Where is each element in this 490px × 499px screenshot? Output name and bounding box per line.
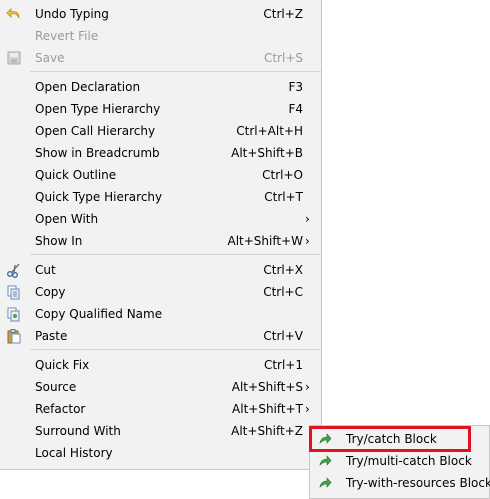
menu-item-quick-type-hierarchy[interactable]: Quick Type Hierarchy Ctrl+T: [0, 186, 321, 208]
menu-item-shortcut: F3: [288, 80, 303, 94]
submenu-item-label: Try-with-resources Block: [346, 476, 490, 490]
menu-item-label: Undo Typing: [35, 7, 109, 21]
submenu-arrow-icon: ›: [305, 402, 310, 416]
menu-item-paste[interactable]: Paste Ctrl+V: [0, 325, 321, 347]
menu-item-cut[interactable]: Cut Ctrl+X: [0, 259, 321, 281]
menu-item-label: Open Declaration: [35, 80, 141, 94]
menu-item-shortcut: Ctrl+Alt+H: [236, 124, 303, 138]
menu-separator: [30, 71, 321, 72]
menu-item-label: Quick Outline: [35, 168, 117, 182]
menu-item-label: Source: [35, 380, 77, 394]
submenu-arrow-icon: ›: [305, 380, 310, 394]
menu-item-label: Refactor: [35, 402, 86, 416]
menu-item-label: Surround With: [35, 424, 121, 438]
menu-item-label: Paste: [35, 329, 68, 343]
menu-item-surround-with[interactable]: Surround With Alt+Shift+Z: [0, 420, 321, 442]
scissors-icon: [6, 262, 22, 278]
menu-separator: [30, 349, 321, 350]
menu-item-label: Open With: [35, 212, 99, 226]
menu-item-shortcut: Alt+Shift+S: [231, 380, 303, 394]
menu-item-label: Copy Qualified Name: [35, 307, 163, 321]
context-menu: Undo Typing Ctrl+Z Revert File Save Ctrl…: [0, 0, 322, 470]
menu-item-show-in[interactable]: Show In Alt+Shift+W ›: [0, 230, 321, 252]
paste-icon: [6, 328, 22, 344]
submenu-item-try-with-resources-block[interactable]: Try-with-resources Block: [310, 472, 490, 494]
menu-item-show-in-breadcrumb[interactable]: Show in Breadcrumb Alt+Shift+B: [0, 142, 321, 164]
template-icon: [318, 476, 332, 490]
menu-item-open-call-hierarchy[interactable]: Open Call Hierarchy Ctrl+Alt+H: [0, 120, 321, 142]
menu-item-open-with[interactable]: Open With ›: [0, 208, 321, 230]
menu-item-shortcut: Alt+Shift+T: [232, 402, 303, 416]
menu-item-shortcut: Alt+Shift+B: [231, 146, 303, 160]
submenu-arrow-icon: ›: [305, 234, 310, 248]
submenu-item-label: Try/multi-catch Block: [346, 454, 472, 468]
menu-item-label: Cut: [35, 263, 56, 277]
submenu-item-try-multi-catch-block[interactable]: Try/multi-catch Block: [310, 450, 489, 472]
undo-icon: [6, 6, 22, 22]
menu-item-shortcut: Ctrl+C: [263, 285, 303, 299]
menu-item-open-declaration[interactable]: Open Declaration F3: [0, 76, 321, 98]
menu-item-shortcut: Ctrl+T: [264, 190, 303, 204]
menu-separator: [30, 254, 321, 255]
menu-item-shortcut: Ctrl+Z: [263, 7, 303, 21]
menu-item-source[interactable]: Source Alt+Shift+S ›: [0, 376, 321, 398]
menu-item-shortcut: Ctrl+V: [263, 329, 303, 343]
menu-item-quick-outline[interactable]: Quick Outline Ctrl+O: [0, 164, 321, 186]
menu-item-shortcut: Ctrl+S: [263, 51, 303, 65]
menu-item-open-type-hierarchy[interactable]: Open Type Hierarchy F4: [0, 98, 321, 120]
copy-qualified-name-icon: [6, 306, 22, 322]
menu-item-shortcut: Ctrl+O: [262, 168, 303, 182]
menu-item-revert-file[interactable]: Revert File: [0, 25, 321, 47]
menu-item-undo-typing[interactable]: Undo Typing Ctrl+Z: [0, 3, 321, 25]
copy-icon: [6, 284, 22, 300]
menu-item-shortcut: Ctrl+X: [263, 263, 303, 277]
menu-item-label: Local History: [35, 446, 113, 460]
menu-item-refactor[interactable]: Refactor Alt+Shift+T ›: [0, 398, 321, 420]
menu-item-label: Quick Type Hierarchy: [35, 190, 163, 204]
menu-item-label: Quick Fix: [35, 358, 90, 372]
menu-item-quick-fix[interactable]: Quick Fix Ctrl+1: [0, 354, 321, 376]
menu-item-label: Show In: [35, 234, 83, 248]
menu-item-label: Open Type Hierarchy: [35, 102, 161, 116]
menu-item-label: Save: [35, 51, 65, 65]
save-icon: [6, 50, 22, 66]
menu-item-shortcut: Alt+Shift+Z: [231, 424, 303, 438]
template-icon: [318, 454, 332, 468]
menu-item-label: Show in Breadcrumb: [35, 146, 160, 160]
menu-item-label: Revert File: [35, 29, 99, 43]
menu-item-copy[interactable]: Copy Ctrl+C: [0, 281, 321, 303]
menu-item-label: Open Call Hierarchy: [35, 124, 156, 138]
menu-item-copy-qualified-name[interactable]: Copy Qualified Name: [0, 303, 321, 325]
menu-item-save[interactable]: Save Ctrl+S: [0, 47, 321, 69]
menu-item-shortcut: F4: [288, 102, 303, 116]
highlight-annotation-box: [309, 426, 471, 452]
menu-item-label: Copy: [35, 285, 66, 299]
menu-item-shortcut: Ctrl+1: [263, 358, 303, 372]
submenu-arrow-icon: ›: [305, 212, 310, 226]
menu-item-shortcut: Alt+Shift+W: [227, 234, 304, 248]
menu-item-local-history[interactable]: Local History: [0, 442, 321, 464]
